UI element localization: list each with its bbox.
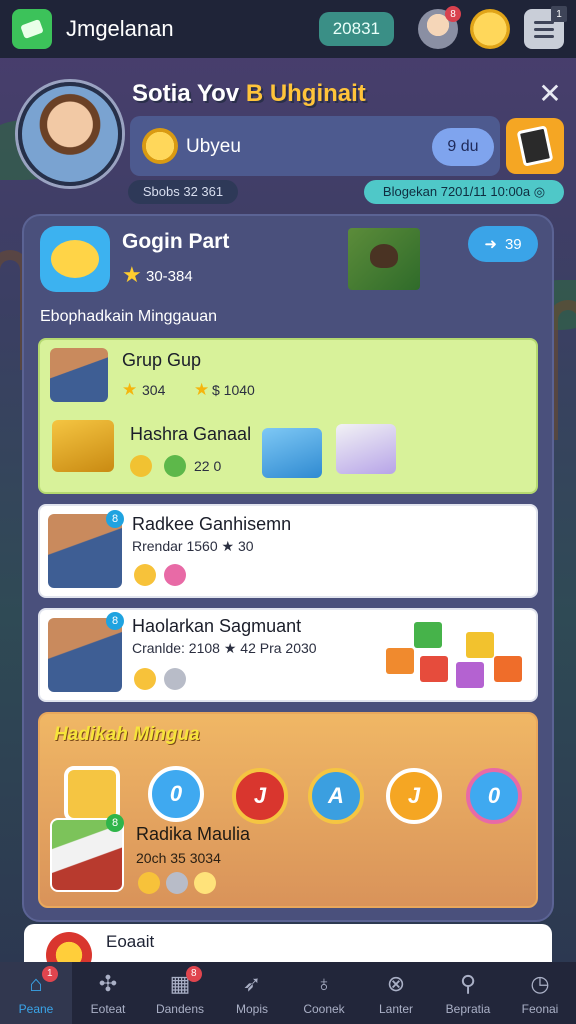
profile-panel-label: Ubyeu (186, 136, 241, 157)
silver-coin-icon (164, 668, 186, 690)
nav-label: Mopis (235, 1002, 268, 1016)
medal-icon[interactable]: J (386, 768, 442, 824)
section-heading: Ebophadkain Minggauan (40, 308, 218, 325)
nav-item-eoteat[interactable]: ✣ Eoteat (72, 962, 144, 1024)
coin-balance[interactable]: 20831 (318, 12, 394, 46)
weekly-player-name: Radika Maulia (136, 824, 251, 844)
nav-label: Dandens (155, 1002, 205, 1016)
profile-panel-pill[interactable]: 9 du (432, 128, 494, 166)
treasure-chest-icon (52, 420, 114, 472)
bottom-nav: ⌂ Peane 1 ✣ Eoteat ▦ Dandens 8 ➶ Mopis ♁… (0, 962, 576, 1024)
nav-label: Feonai (521, 1002, 559, 1016)
group-title: Grup Gup (122, 350, 202, 370)
app-title: Jmgelanan (66, 16, 174, 41)
coin-icon (164, 455, 186, 477)
event-score: 30-384 (146, 268, 193, 285)
nav-label: Bepratia (445, 1002, 491, 1016)
card-sub: Cranlde: 2108 ★ 42 Pra 2030 (132, 640, 317, 656)
menu-badge: 1 (551, 6, 567, 22)
profile-name-highlight: B Uhginait (245, 80, 366, 107)
bottom-card[interactable] (24, 924, 552, 964)
gold-coin-icon (194, 872, 216, 894)
puzzle-icon: ✣ (98, 971, 118, 996)
crossed-circle-icon: ⊗ (386, 971, 406, 996)
reward-title: Hashra Ganaal (130, 424, 252, 444)
top-bar: Jmgelanan 20831 8 1 (0, 0, 576, 58)
nav-label: Coonek (303, 1002, 345, 1016)
group-avatar (50, 348, 108, 402)
medal-icon[interactable]: J (232, 768, 288, 824)
nav-item-home[interactable]: ⌂ Peane 1 (0, 962, 72, 1024)
joystick-icon: ♁ (315, 971, 333, 996)
coin-icon (142, 128, 178, 164)
rank-badge: 8 (106, 510, 124, 528)
profile-name: Sotia Yov B Uhginait (132, 80, 366, 108)
clock-icon: ◷ (530, 971, 550, 996)
profile-name-first: Sotia Yov (132, 80, 246, 107)
avatar-icon[interactable]: 8 (418, 6, 461, 49)
nav-item-lanter[interactable]: ⊗ Lanter (360, 962, 432, 1024)
nav-label: Peane (18, 1002, 54, 1016)
card-title: Radkee Ganhisemn (132, 514, 292, 534)
weekly-player-sub: 20ch 35 3034 (136, 850, 221, 866)
app-logo-icon[interactable] (12, 9, 52, 49)
coin-icon (134, 564, 156, 586)
medal-icon[interactable]: 0 (148, 766, 204, 822)
nav-item-feonai[interactable]: ◷ Feonai (504, 962, 576, 1024)
nav-badge: 1 (41, 966, 58, 982)
coin-icon (134, 668, 156, 690)
date-pill: Blogekan 7201/11 10:00a ◎ (364, 180, 564, 204)
rank-badge: 8 (106, 814, 124, 832)
cards-icon[interactable] (506, 118, 564, 174)
card-sub: Rrendar 1560 ★ 30 (132, 538, 254, 554)
star-icon: ★ (122, 262, 142, 287)
gem-icon (164, 564, 186, 586)
medal-icon[interactable]: 0 (466, 768, 522, 824)
coin-icon (138, 872, 160, 894)
weekly-title: Hadikah Mingua (54, 724, 200, 745)
nav-badge: 8 (185, 966, 202, 982)
menu-icon[interactable]: 1 (524, 6, 567, 49)
rocket-icon: ➶ (242, 971, 262, 996)
share-button[interactable]: ➜ 39 (468, 226, 538, 262)
nav-item-coonek[interactable]: ♁ Coonek (288, 962, 360, 1024)
stats-pill: Sbobs 32 361 (128, 180, 238, 204)
card-title: Haolarkan Sagmuant (132, 616, 302, 636)
event-thumbnail[interactable] (348, 228, 420, 290)
star-icon: ★ (122, 380, 138, 399)
coin-icon[interactable] (470, 9, 510, 49)
search-icon: ⚲ (459, 971, 477, 996)
event-avatar[interactable] (40, 226, 110, 292)
nav-label: Lanter (378, 1002, 414, 1016)
silver-coin-icon (166, 872, 188, 894)
notification-badge: 8 (445, 6, 461, 22)
nav-item-bepratia[interactable]: ⚲ Bepratia (432, 962, 504, 1024)
star-icon: ★ (194, 380, 210, 399)
nav-item-mopis[interactable]: ➶ Mopis (216, 962, 288, 1024)
profile-avatar[interactable] (18, 82, 122, 186)
event-title: Gogin Part (122, 230, 230, 253)
bottom-card-title: Eoaait (106, 932, 155, 951)
coin-icon (130, 455, 152, 477)
reward-values: 22 0 (194, 458, 222, 474)
rank-badge: 8 (106, 612, 124, 630)
share-arrow-icon: ➜ (484, 236, 497, 253)
close-icon[interactable]: ✕ (536, 80, 564, 108)
group-score: 304 (142, 382, 166, 398)
group-amount: $ 1040 (212, 382, 255, 398)
nav-label: Eoteat (90, 1002, 126, 1016)
share-count: 39 (504, 235, 522, 253)
blue-coin-box-icon[interactable] (262, 428, 322, 478)
nav-item-dandens[interactable]: ▦ Dandens 8 (144, 962, 216, 1024)
gift-box-icon[interactable] (336, 424, 396, 474)
medal-icon[interactable]: A (308, 768, 364, 824)
